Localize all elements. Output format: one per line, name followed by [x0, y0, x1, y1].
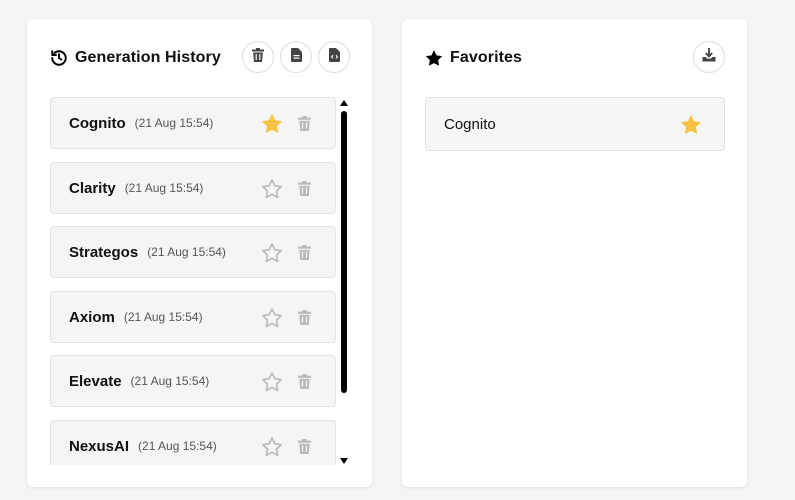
history-item-name: NexusAI — [69, 437, 130, 455]
favorites-panel: Favorites Cognito — [402, 19, 747, 487]
history-item-time: (21 Aug 15:54) — [123, 310, 203, 324]
history-item-time: (21 Aug 15:54) — [147, 245, 226, 259]
history-item-time: (21 Aug 15:54) — [130, 374, 210, 388]
trash-icon[interactable] — [295, 178, 313, 198]
history-item[interactable]: Clarity (21 Aug 15:54) — [50, 162, 336, 214]
star-icon — [424, 48, 444, 68]
history-item-name: Elevate — [69, 372, 122, 390]
trash-icon — [252, 47, 264, 67]
star-outline-icon[interactable] — [261, 177, 283, 199]
history-item[interactable]: Axiom (21 Aug 15:54) — [50, 291, 336, 343]
history-item[interactable]: NexusAI (21 Aug 15:54) — [50, 420, 336, 465]
history-item-time: (21 Aug 15:54) — [134, 116, 214, 130]
clear-history-button[interactable] — [242, 41, 274, 73]
trash-icon[interactable] — [295, 436, 313, 456]
history-item-name: Clarity — [69, 179, 116, 197]
history-item-name: Strategos — [69, 243, 139, 261]
star-outline-icon[interactable] — [261, 241, 283, 263]
history-item-name: Axiom — [69, 308, 115, 326]
download-favorites-button[interactable] — [693, 41, 725, 73]
history-title: Generation History — [75, 49, 221, 66]
favorites-header: Favorites — [402, 41, 747, 75]
history-item-time: (21 Aug 15:54) — [124, 181, 204, 195]
export-text-button[interactable] — [280, 41, 312, 73]
star-icon[interactable] — [261, 112, 283, 134]
history-item-name: Cognito — [69, 114, 126, 132]
trash-icon[interactable] — [295, 113, 313, 133]
scroll-down-arrow-icon[interactable] — [339, 457, 349, 465]
star-outline-icon[interactable] — [261, 370, 283, 392]
history-item[interactable]: Strategos (21 Aug 15:54) — [50, 226, 336, 278]
history-icon — [49, 48, 69, 68]
favorite-item[interactable]: Cognito — [425, 97, 725, 151]
history-panel: Generation History Cognito (21 Aug 15:54… — [27, 19, 372, 487]
file-text-icon — [290, 47, 302, 67]
history-item[interactable]: Elevate (21 Aug 15:54) — [50, 355, 336, 407]
favorites-title: Favorites — [450, 49, 523, 66]
scroll-up-arrow-icon[interactable] — [339, 99, 349, 107]
scroll-thumb[interactable] — [341, 111, 347, 393]
download-icon — [702, 47, 716, 67]
trash-icon[interactable] — [295, 242, 313, 262]
history-item[interactable]: Cognito (21 Aug 15:54) — [50, 97, 336, 149]
history-header: Generation History — [27, 41, 372, 75]
trash-icon[interactable] — [295, 371, 313, 391]
history-list: Cognito (21 Aug 15:54) Clarity (21 Aug 1… — [50, 97, 345, 465]
favorite-item-name: Cognito — [444, 115, 496, 133]
star-outline-icon[interactable] — [261, 435, 283, 457]
history-scrollbar[interactable] — [338, 99, 350, 465]
export-code-button[interactable] — [318, 41, 350, 73]
trash-icon[interactable] — [295, 307, 313, 327]
history-item-time: (21 Aug 15:54) — [138, 439, 217, 453]
star-icon[interactable] — [680, 113, 702, 135]
file-code-icon — [328, 47, 340, 67]
star-outline-icon[interactable] — [261, 306, 283, 328]
